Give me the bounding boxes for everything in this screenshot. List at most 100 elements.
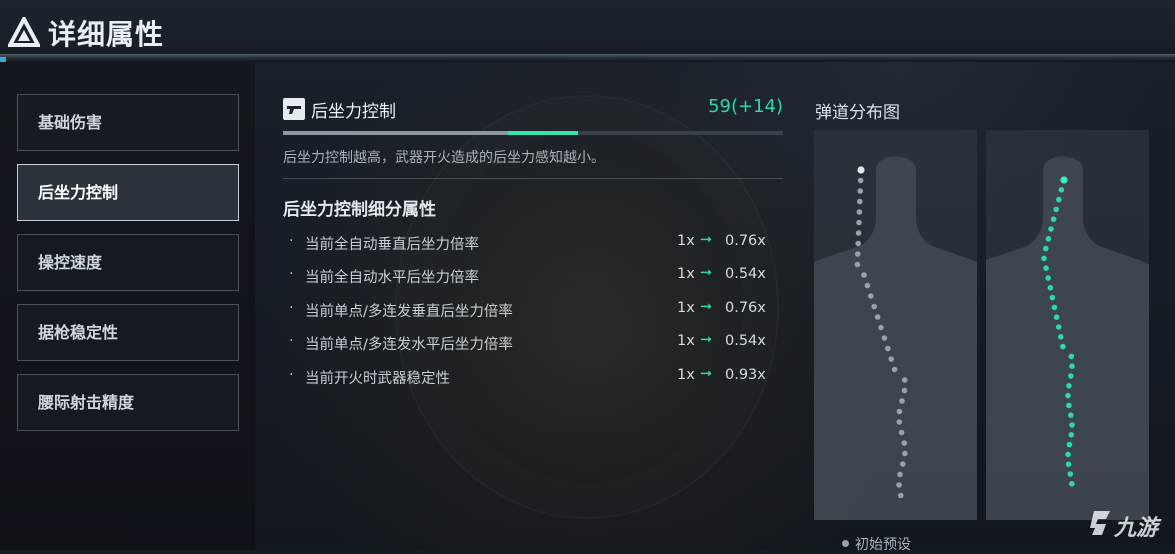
recoil-dot bbox=[885, 345, 891, 352]
legend-label: 初始预设 bbox=[855, 537, 911, 553]
silhouette-initial bbox=[814, 156, 977, 520]
attribute-base-value: 1x bbox=[677, 300, 695, 316]
recoil-dot bbox=[1045, 236, 1052, 242]
recoil-dot bbox=[897, 471, 903, 478]
recoil-dot bbox=[1043, 265, 1049, 271]
recoil-dot bbox=[1066, 441, 1073, 448]
recoil-dot bbox=[901, 377, 908, 383]
recoil-dot bbox=[1049, 294, 1056, 301]
legend-initial-preset: 初始预设 bbox=[842, 534, 911, 554]
arrow-right-icon: ➞ bbox=[700, 265, 713, 281]
stat-bar-bonus-fill bbox=[508, 131, 578, 135]
recoil-dot bbox=[1069, 481, 1075, 487]
subsection-title: 后坐力控制细分属性 bbox=[283, 200, 436, 220]
recoil-dot bbox=[874, 314, 881, 320]
attribute-current-value: 0.76x bbox=[725, 233, 766, 249]
recoil-dot bbox=[898, 429, 905, 436]
recoil-dot bbox=[855, 230, 862, 236]
recoil-dot bbox=[901, 440, 908, 446]
recoil-dot bbox=[857, 166, 865, 174]
section-divider bbox=[283, 178, 783, 179]
attribute-label: 当前单点/多连发水平后坐力倍率 bbox=[305, 337, 513, 353]
recoil-dot bbox=[1058, 187, 1065, 193]
ballistics-card-current bbox=[986, 130, 1149, 520]
attribute-row: · 当前开火时武器稳定性 1x ➞ 0.93x bbox=[283, 366, 783, 389]
attribute-current-value: 0.54x bbox=[725, 266, 766, 282]
attribute-current-value: 0.54x bbox=[725, 333, 766, 349]
recoil-dot bbox=[857, 188, 863, 194]
sidebar-item-recoil-control[interactable]: 后坐力控制 bbox=[17, 164, 239, 221]
recoil-dot bbox=[1041, 255, 1047, 262]
sidebar-item-handling-speed[interactable]: 操控速度 bbox=[17, 234, 239, 291]
recoil-dot bbox=[899, 398, 905, 404]
recoil-dot bbox=[856, 209, 863, 215]
page-header: 详细属性 bbox=[0, 0, 1175, 56]
recoil-dot bbox=[1043, 245, 1049, 252]
recoil-dot bbox=[896, 408, 903, 415]
attribute-label: 当前全自动垂直后坐力倍率 bbox=[305, 237, 479, 253]
recoil-dot bbox=[1065, 461, 1072, 468]
pistol-icon bbox=[283, 98, 305, 120]
recoil-dot bbox=[1065, 392, 1071, 399]
recoil-dot bbox=[868, 293, 874, 299]
attribute-row: · 当前单点/多连发垂直后坐力倍率 1x ➞ 0.76x bbox=[283, 299, 783, 322]
recoil-dot bbox=[1066, 383, 1072, 389]
recoil-dot bbox=[855, 251, 861, 257]
stat-bar-base-fill bbox=[283, 131, 508, 135]
stat-description: 后坐力控制越高，武器开火造成的后坐力感知越小。 bbox=[283, 150, 605, 166]
stat-title: 后坐力控制 bbox=[311, 102, 396, 122]
recoil-dot bbox=[1068, 432, 1075, 438]
arrow-right-icon: ➞ bbox=[700, 232, 713, 248]
recoil-dot bbox=[861, 272, 867, 278]
attribute-bullet: · bbox=[289, 266, 294, 282]
sidebar-item-base-damage[interactable]: 基础伤害 bbox=[17, 94, 239, 151]
recoil-dot bbox=[896, 419, 903, 425]
recoil-dot bbox=[901, 387, 908, 394]
recoil-dot bbox=[857, 198, 863, 205]
stat-value: 59(+14) bbox=[708, 96, 783, 117]
recoil-dot bbox=[854, 261, 861, 268]
attribute-current-value: 0.76x bbox=[725, 300, 766, 316]
recoil-dot bbox=[896, 482, 902, 488]
recoil-dot bbox=[1050, 216, 1057, 222]
recoil-dot bbox=[1047, 285, 1054, 291]
attribute-bullet: · bbox=[289, 367, 294, 383]
recoil-dot bbox=[1058, 334, 1064, 340]
sidebar-item-hipfire-accuracy[interactable]: 腰际射击精度 bbox=[17, 374, 239, 431]
sidebar: 基础伤害 后坐力控制 操控速度 据枪稳定性 腰际射击精度 bbox=[0, 62, 255, 550]
arrow-right-icon: ➞ bbox=[700, 366, 713, 382]
attribute-row: · 当前全自动水平后坐力倍率 1x ➞ 0.54x bbox=[283, 265, 783, 288]
attribute-label: 当前全自动水平后坐力倍率 bbox=[305, 270, 479, 286]
silhouette-current bbox=[986, 156, 1149, 520]
arrow-right-icon: ➞ bbox=[700, 332, 713, 348]
recoil-dot bbox=[1068, 353, 1075, 360]
attribute-base-value: 1x bbox=[677, 233, 695, 249]
attribute-bullet: · bbox=[289, 233, 294, 249]
sidebar-item-aim-stability[interactable]: 据枪稳定性 bbox=[17, 304, 239, 361]
ballistics-title: 弹道分布图 bbox=[815, 103, 900, 123]
recoil-dot bbox=[1048, 226, 1054, 232]
recoil-dot bbox=[1055, 324, 1062, 330]
attribute-row: · 当前单点/多连发水平后坐力倍率 1x ➞ 0.54x bbox=[283, 332, 783, 355]
recoil-dot bbox=[1069, 363, 1075, 369]
recoil-dot bbox=[857, 177, 864, 184]
recoil-dot bbox=[1060, 176, 1068, 184]
recoil-dot bbox=[902, 450, 908, 457]
recoil-dot bbox=[888, 356, 894, 362]
recoil-dot bbox=[864, 282, 871, 289]
recoil-dot bbox=[871, 303, 877, 310]
attribute-row: · 当前全自动垂直后坐力倍率 1x ➞ 0.76x bbox=[283, 232, 783, 255]
recoil-dot bbox=[897, 492, 904, 499]
attribute-label: 当前开火时武器稳定性 bbox=[305, 371, 450, 387]
ballistics-card-initial bbox=[814, 130, 977, 520]
triangle-logo-icon bbox=[8, 17, 40, 47]
recoil-dot bbox=[1053, 314, 1060, 320]
recoil-dot bbox=[1056, 196, 1062, 203]
recoil-dot bbox=[1060, 343, 1066, 350]
recoil-dot bbox=[1068, 412, 1074, 419]
legend-dot-icon bbox=[842, 540, 849, 547]
recoil-dot bbox=[1065, 451, 1071, 458]
attribute-base-value: 1x bbox=[677, 266, 695, 282]
recoil-dot bbox=[878, 324, 884, 331]
attribute-bullet: · bbox=[289, 333, 294, 349]
